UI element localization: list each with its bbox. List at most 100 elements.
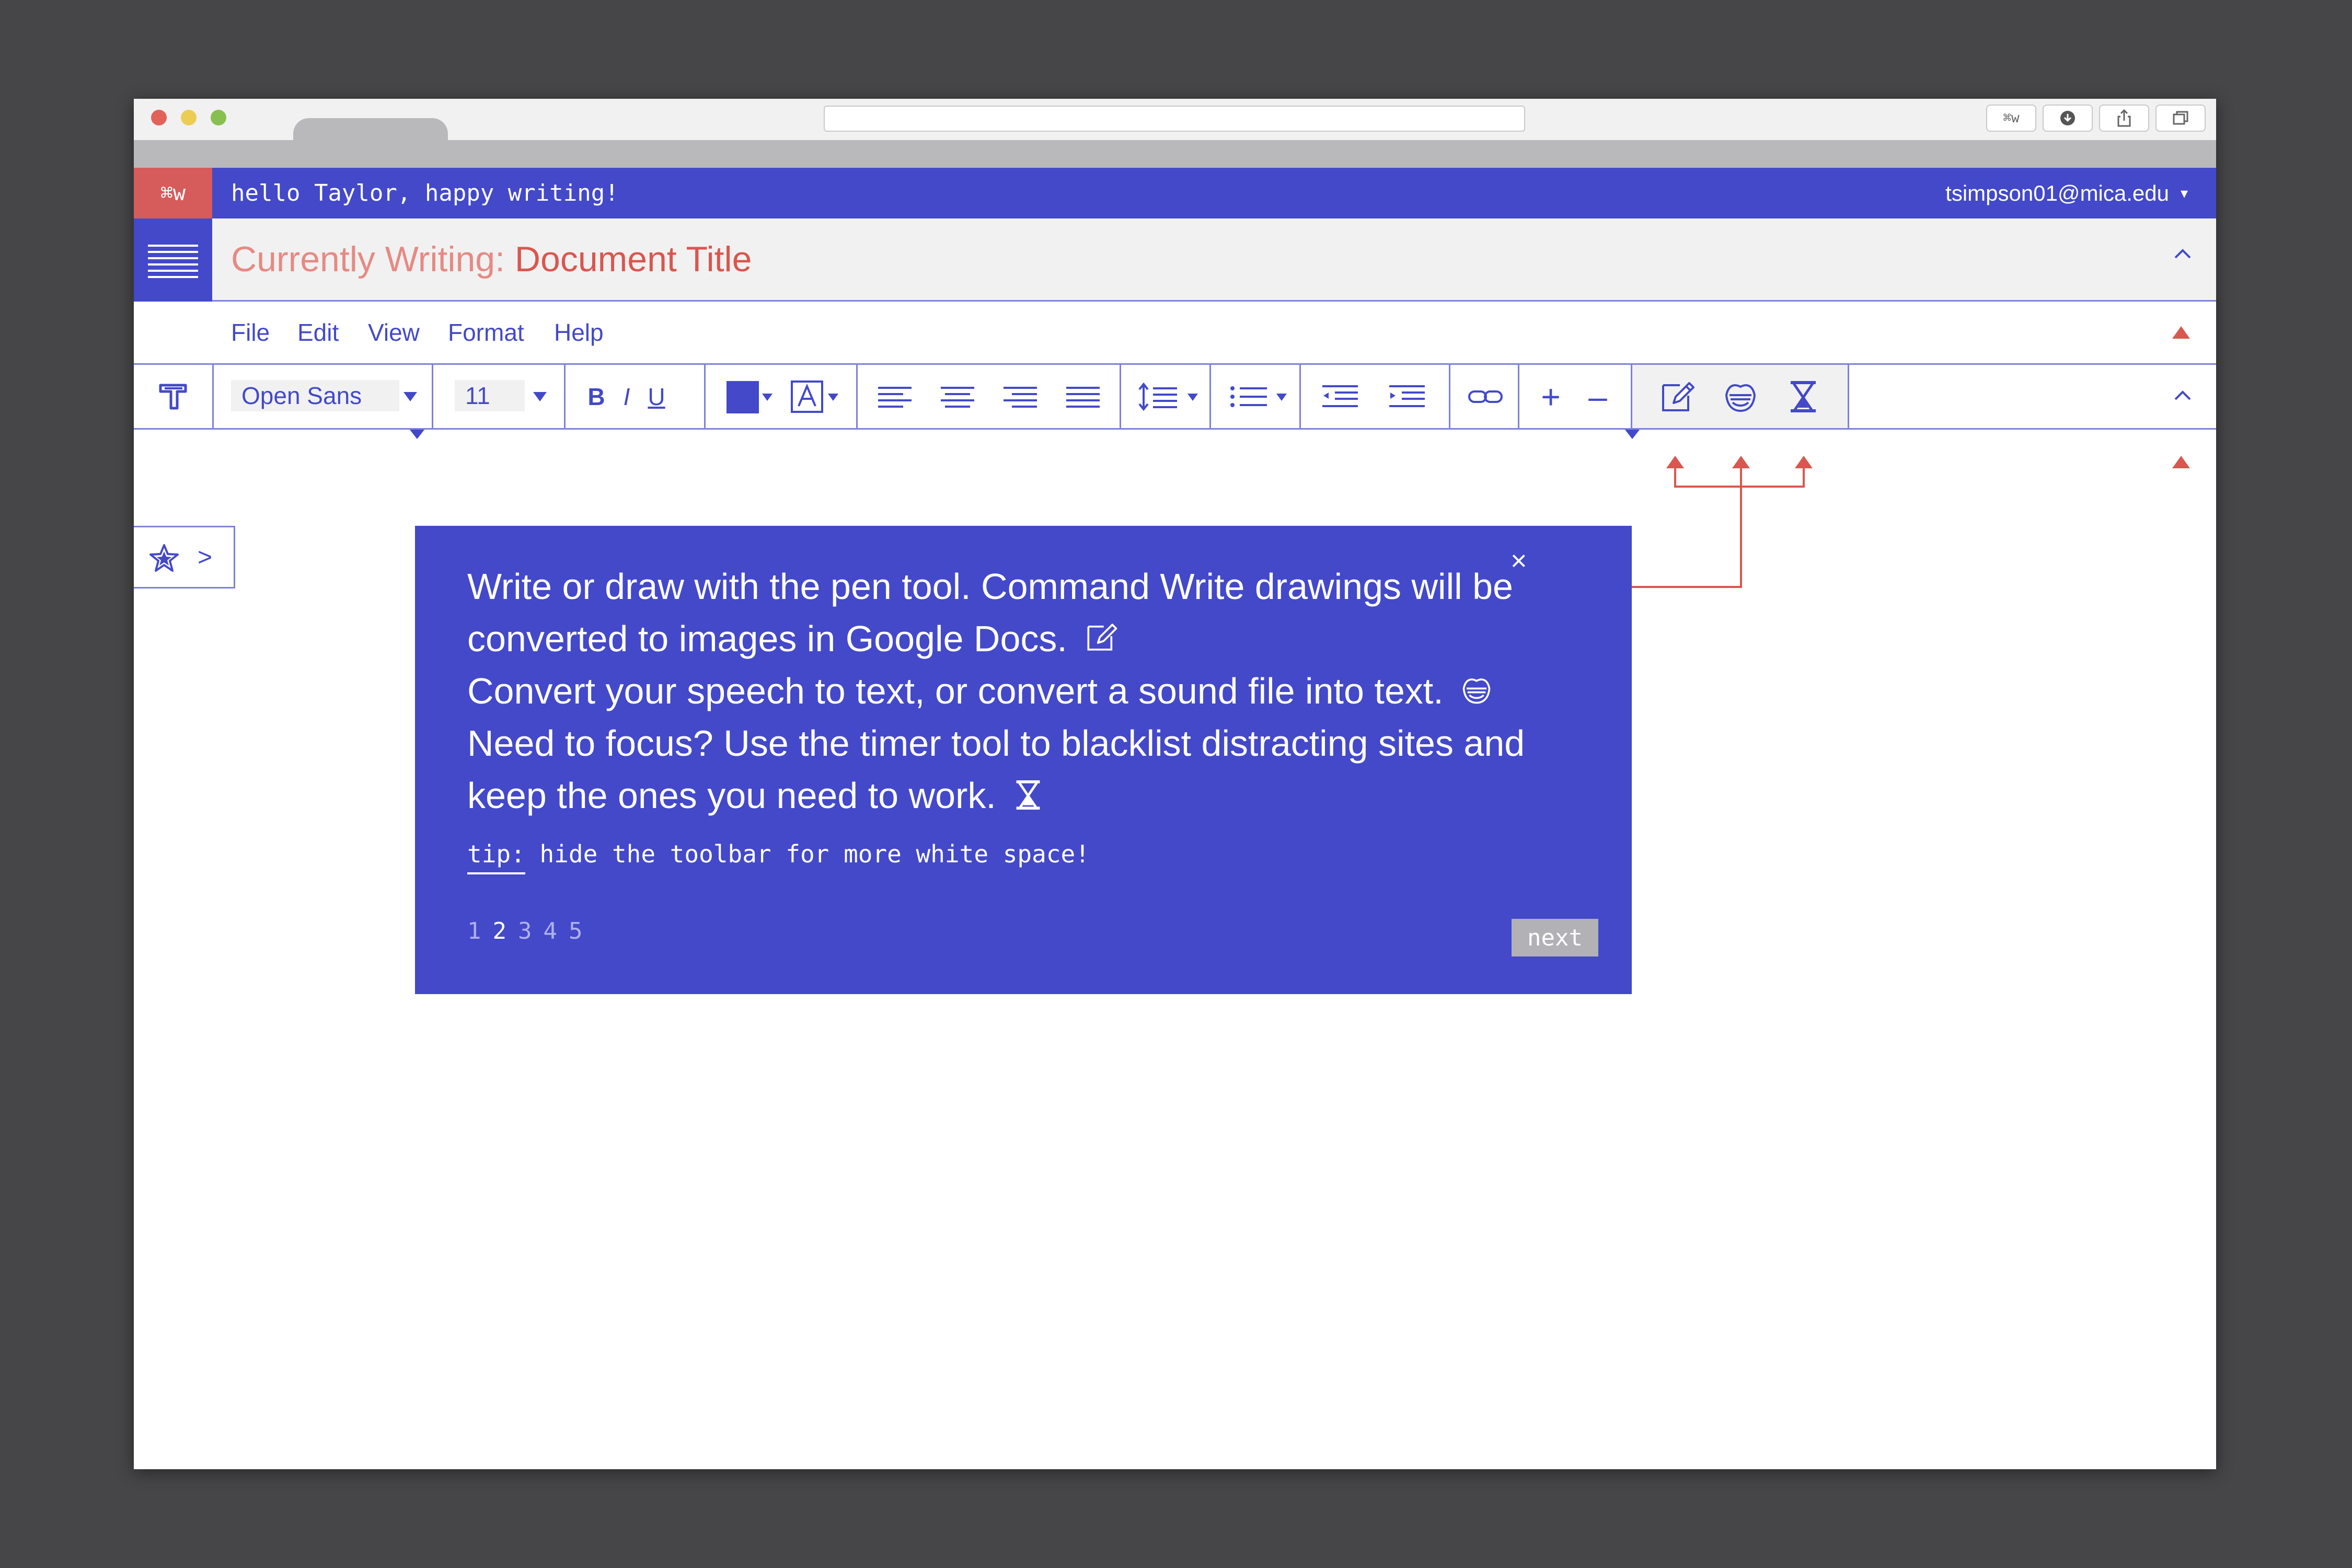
pen-tool-description: Write or draw with the pen tool. Command… — [467, 566, 1513, 659]
underline-button[interactable]: U — [641, 376, 672, 417]
connector-line — [1674, 467, 1676, 488]
document-bar: Currently Writing: Document Title — [134, 218, 2216, 302]
greeting-text: hello Taylor, happy writing! — [231, 180, 619, 206]
onboarding-popup: × Write or draw with the pen tool. Comma… — [415, 526, 1632, 994]
popup-pointer-right — [1625, 430, 1640, 439]
zoom-out-button[interactable]: – — [1579, 376, 1616, 417]
extension-cmdw-button[interactable]: ⌘w — [1986, 105, 2036, 132]
menu-edit[interactable]: Edit — [297, 302, 339, 363]
share-icon — [2117, 109, 2131, 127]
align-center-icon[interactable] — [939, 378, 976, 415]
connector-line — [1674, 486, 1805, 488]
bold-button[interactable]: B — [581, 376, 612, 417]
browser-window: ⌘w ⌘w hello Taylor, happy writing! tsimp… — [134, 99, 2216, 1469]
timer-icon — [1016, 780, 1040, 810]
menu-file[interactable]: File — [231, 302, 270, 363]
chevron-down-icon[interactable]: ▾ — [2181, 168, 2188, 218]
popup-pointer-left — [410, 430, 424, 439]
document-outline-button[interactable] — [134, 218, 212, 302]
speech-to-text-icon — [1462, 678, 1491, 704]
zoom-in-button[interactable]: + — [1532, 376, 1569, 417]
line-spacing-icon[interactable] — [1137, 378, 1179, 415]
divider — [564, 365, 566, 428]
divider — [1209, 365, 1211, 428]
text-tool-icon[interactable] — [149, 376, 197, 417]
align-left-icon[interactable] — [876, 378, 914, 415]
account-email[interactable]: tsimpson01@mica.edu — [1945, 168, 2169, 218]
collapse-section-icon[interactable] — [2172, 456, 2190, 468]
font-size-select[interactable]: 11 — [455, 380, 525, 411]
address-bar[interactable] — [824, 106, 1525, 132]
formatting-toolbar: Open Sans 11 B I U + – — [134, 365, 2216, 430]
currently-writing: Currently Writing: Document Title — [231, 218, 752, 300]
size-dropdown-icon[interactable] — [533, 392, 547, 401]
speech-description: Convert your speech to text, or convert … — [467, 671, 1444, 711]
favorites-tab[interactable]: > — [134, 526, 235, 589]
tip-line: tip: hide the toolbar for more white spa… — [467, 840, 1090, 874]
speech-to-text-icon[interactable] — [1720, 376, 1761, 417]
tip-text: hide the toolbar for more white space! — [539, 840, 1090, 868]
page-3[interactable]: 3 — [518, 918, 532, 944]
browser-chrome: ⌘w — [134, 99, 2216, 168]
highlight-dropdown-icon[interactable] — [828, 394, 838, 401]
minimize-window-button[interactable] — [181, 110, 197, 125]
divider — [1848, 365, 1849, 428]
line-spacing-dropdown-icon[interactable] — [1187, 394, 1198, 401]
page-indicator: 12345 — [467, 918, 594, 944]
highlight-color-icon[interactable] — [790, 378, 824, 415]
page-5[interactable]: 5 — [569, 918, 583, 944]
share-button[interactable] — [2099, 105, 2149, 132]
italic-button[interactable]: I — [614, 376, 640, 417]
maximize-window-button[interactable] — [211, 110, 226, 125]
connector-line — [1803, 467, 1805, 488]
text-color-dropdown-icon[interactable] — [762, 394, 773, 401]
menu-format[interactable]: Format — [448, 302, 524, 363]
page-1[interactable]: 1 — [467, 918, 481, 944]
bulleted-list-icon[interactable] — [1227, 378, 1269, 415]
collapse-toolbar-icon[interactable] — [2172, 383, 2193, 412]
connector-line — [1740, 486, 1742, 588]
align-right-icon[interactable] — [1001, 378, 1039, 415]
menu-bar: File Edit View Format Help — [134, 302, 2216, 365]
star-icon — [149, 544, 179, 572]
divider — [1449, 365, 1450, 428]
divider — [704, 365, 706, 428]
expand-arrow-icon[interactable]: > — [198, 543, 212, 572]
timer-icon[interactable] — [1782, 376, 1824, 417]
page-4[interactable]: 4 — [544, 918, 558, 944]
align-justify-icon[interactable] — [1064, 378, 1102, 415]
divider — [1299, 365, 1301, 428]
list-dropdown-icon[interactable] — [1276, 394, 1287, 401]
divider — [1120, 365, 1121, 428]
next-button[interactable]: next — [1512, 919, 1598, 956]
connector-line — [1740, 467, 1742, 488]
tabs-button[interactable] — [2155, 105, 2206, 132]
divider — [212, 365, 214, 428]
collapse-menu-icon[interactable] — [2172, 326, 2190, 339]
document-title[interactable]: Document Title — [515, 239, 752, 279]
timer-description: Need to focus? Use the timer tool to bla… — [467, 723, 1525, 816]
tip-label: tip: — [467, 840, 525, 874]
collapse-header-icon[interactable] — [2172, 241, 2193, 270]
page-2[interactable]: 2 — [493, 918, 507, 944]
divider — [1631, 365, 1632, 428]
font-dropdown-icon[interactable] — [403, 392, 417, 401]
pen-tool-icon[interactable] — [1657, 376, 1699, 417]
increase-indent-icon[interactable] — [1386, 378, 1428, 415]
download-button[interactable] — [2043, 105, 2093, 132]
extension-label: ⌘w — [2003, 110, 2020, 126]
popup-body: Write or draw with the pen tool. Command… — [467, 560, 1607, 822]
tabs-icon — [2173, 111, 2188, 125]
decrease-indent-icon[interactable] — [1319, 378, 1361, 415]
menu-view[interactable]: View — [368, 302, 420, 363]
close-window-button[interactable] — [151, 110, 167, 125]
divider — [432, 365, 433, 428]
menu-help[interactable]: Help — [554, 302, 604, 363]
browser-tab[interactable] — [293, 118, 448, 155]
font-family-select[interactable]: Open Sans — [231, 380, 399, 411]
divider — [1518, 365, 1519, 428]
text-color-swatch[interactable] — [727, 381, 759, 413]
link-icon[interactable] — [1465, 378, 1506, 415]
app-header: ⌘w hello Taylor, happy writing! tsimpson… — [134, 168, 2216, 218]
app-logo-badge[interactable]: ⌘w — [134, 168, 212, 218]
